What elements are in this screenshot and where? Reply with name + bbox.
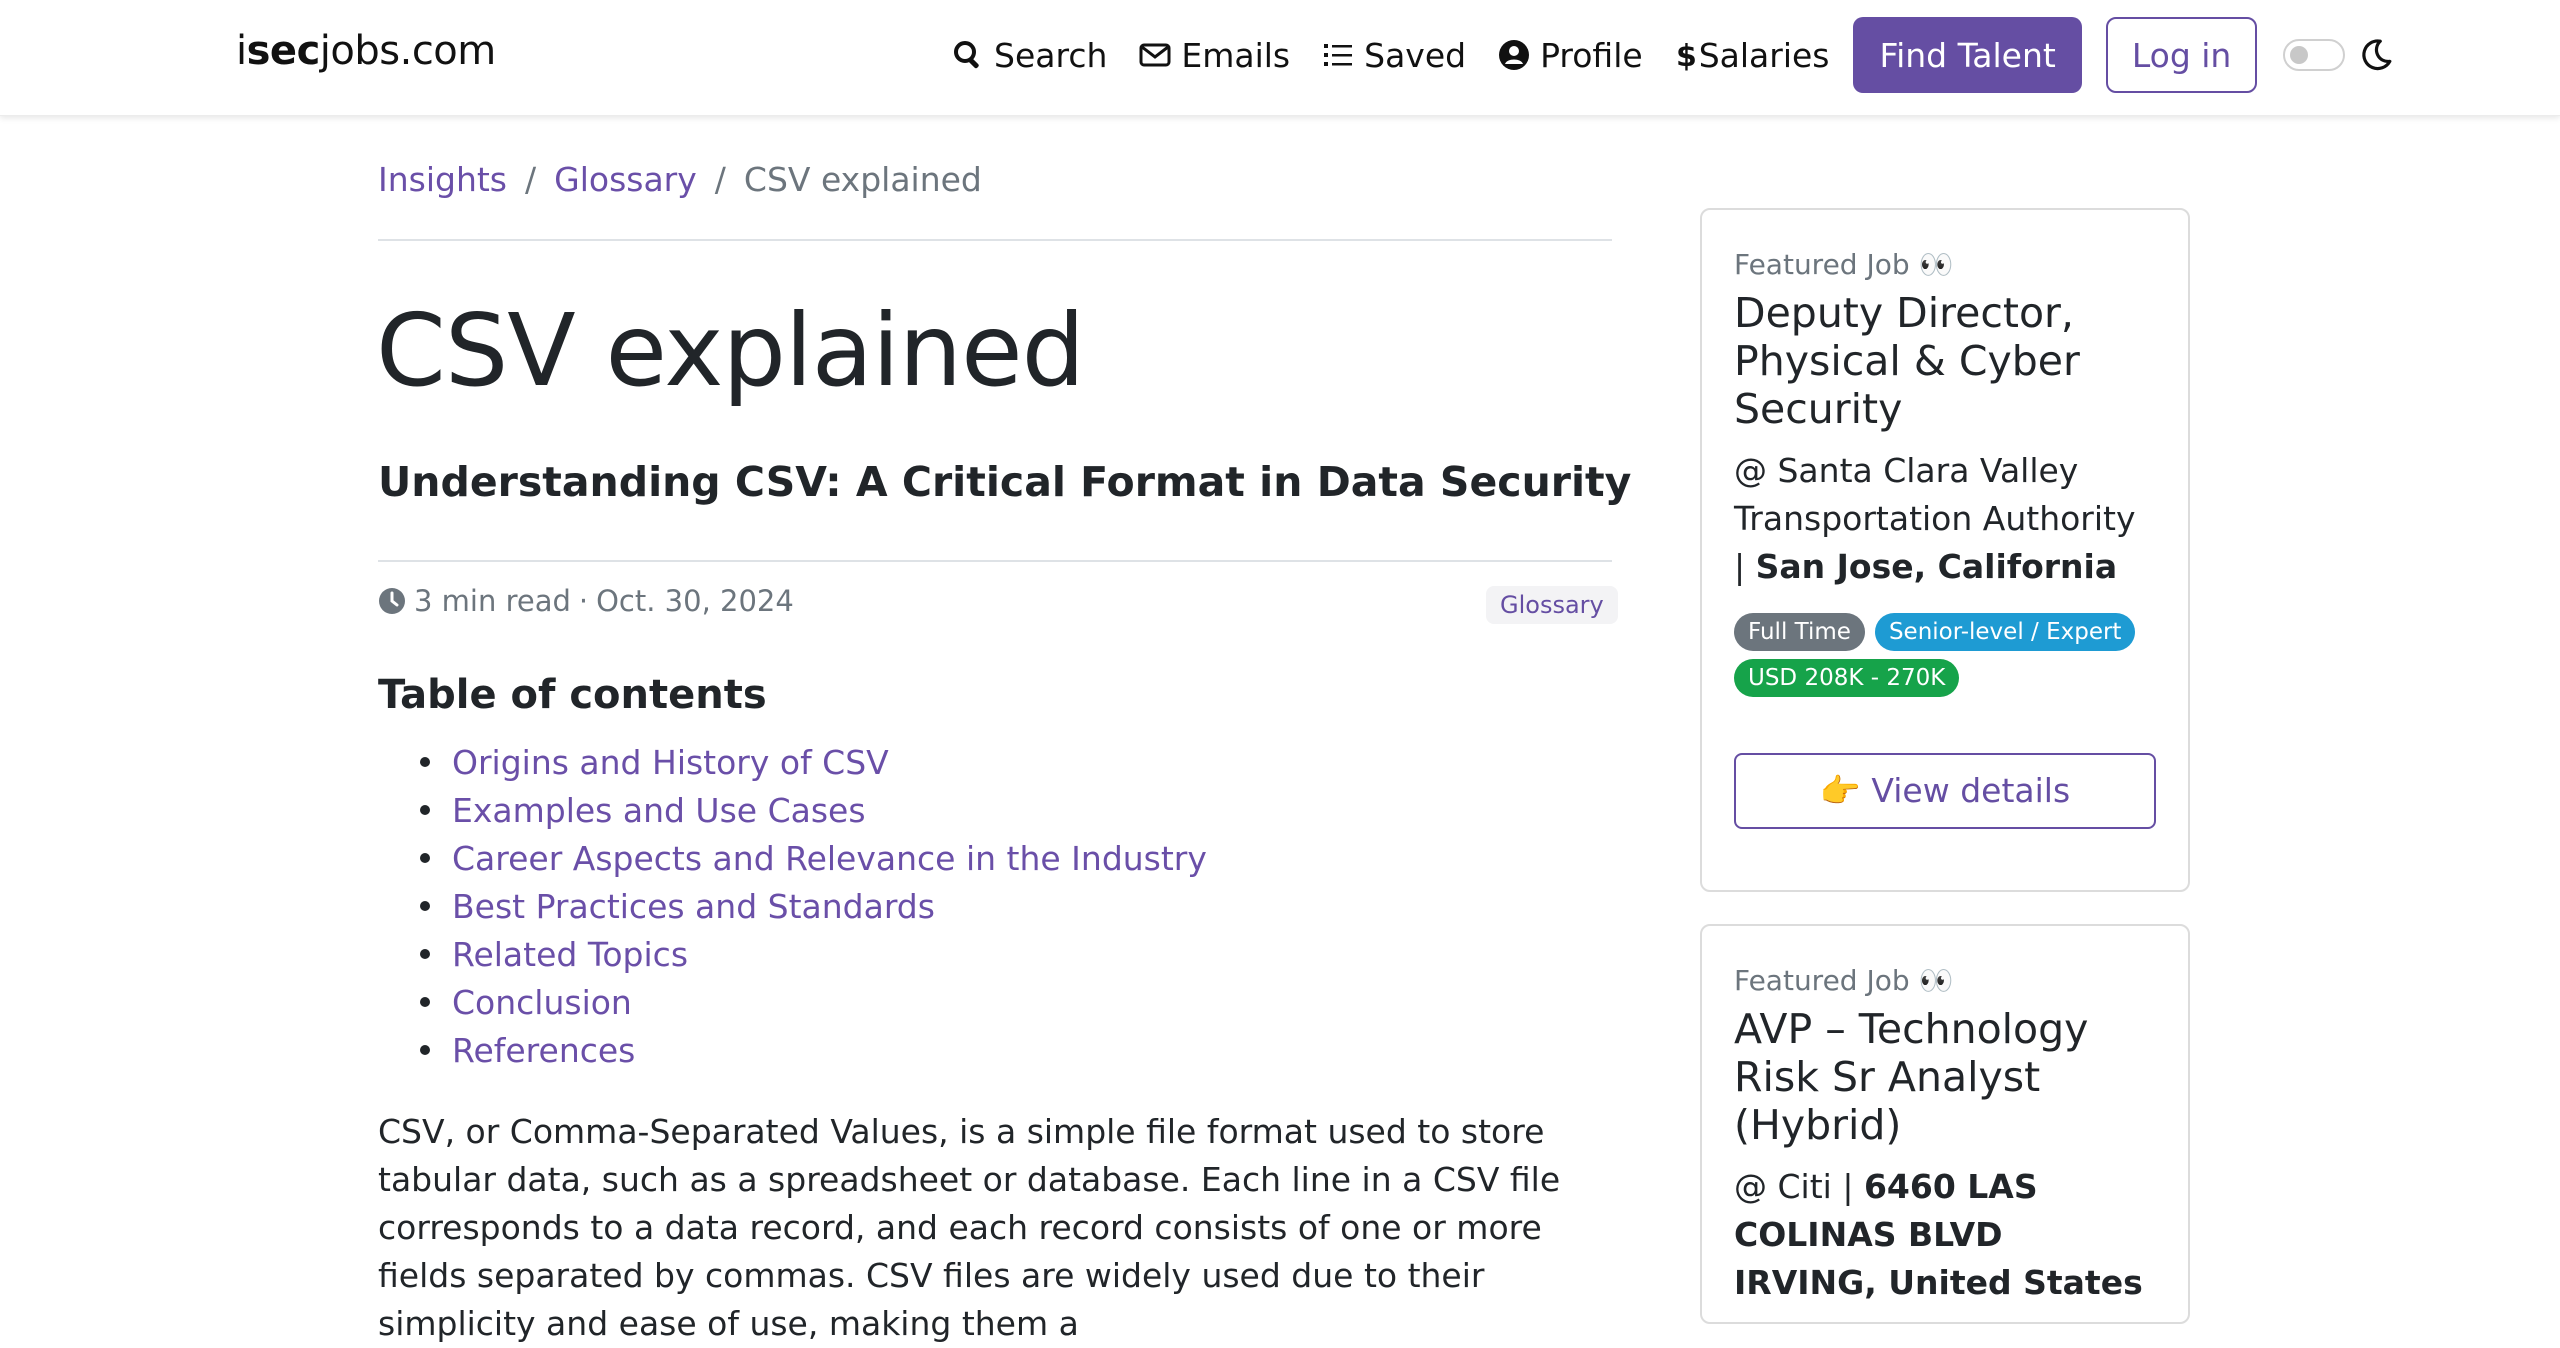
toc-item: Conclusion [378,978,1207,1026]
breadcrumb-separator: / [525,160,537,199]
divider [378,560,1612,562]
meta-dot: · [578,584,589,618]
toc-link-related[interactable]: Related Topics [452,935,688,974]
toc-item: References [378,1026,1207,1074]
featured-job-label: Featured Job 👀 [1734,964,1954,997]
toc-link-career[interactable]: Career Aspects and Relevance in the Indu… [452,839,1207,878]
toc-item: Related Topics [378,930,1207,978]
divider [378,239,1612,241]
toc-item: Best Practices and Standards [378,882,1207,930]
login-button[interactable]: Log in [2105,17,2258,93]
read-time: 3 min read [414,584,571,618]
featured-job-card: Featured Job 👀 AVP – Technology Risk Sr … [1700,924,2190,1324]
site-logo[interactable]: isecjobs.com [236,28,496,74]
article-meta: 3 min read · Oct. 30, 2024 [378,584,794,618]
envelope-icon [1139,43,1171,67]
breadcrumb-insights[interactable]: Insights [378,160,507,199]
nav-profile[interactable]: Profile [1498,36,1643,75]
featured-job-label: Featured Job 👀 [1734,248,1954,281]
job-title-link[interactable]: Deputy Director, Physical & Cyber Securi… [1734,289,2156,433]
job-company: @ Santa Clara Valley Transportation Auth… [1734,451,2136,586]
moon-icon[interactable] [2359,38,2393,72]
toc-item: Origins and History of CSV [378,738,1207,786]
badge-employment-type: Full Time [1734,613,1865,651]
search-icon [954,41,979,69]
top-navbar: isecjobs.com Search Emails Saved Profile… [0,0,2560,116]
table-of-contents: Origins and History of CSV Examples and … [378,738,1207,1074]
find-talent-button[interactable]: Find Talent [1853,17,2082,93]
toc-item: Examples and Use Cases [378,786,1207,834]
nav-search[interactable]: Search [952,36,1107,75]
job-badges: Full Time Senior-level / Expert USD 208K… [1734,613,2154,697]
clock-icon [379,588,405,614]
toc-title: Table of contents [378,672,767,718]
toc-link-best-practices[interactable]: Best Practices and Standards [452,887,935,926]
nav-emails[interactable]: Emails [1139,36,1290,75]
category-tag[interactable]: Glossary [1486,586,1618,624]
dollar-icon: $ [1676,39,1695,71]
publish-date: Oct. 30, 2024 [596,584,794,618]
nav-salaries[interactable]: $ Salaries [1675,36,1830,75]
svg-text:$: $ [1676,39,1695,71]
toc-link-conclusion[interactable]: Conclusion [452,983,632,1022]
toc-link-references[interactable]: References [452,1031,635,1070]
breadcrumb-glossary[interactable]: Glossary [554,160,697,199]
page-subtitle: Understanding CSV: A Critical Format in … [378,458,1632,506]
user-circle-icon [1499,40,1530,70]
badge-seniority: Senior-level / Expert [1874,613,2136,651]
main-nav: Search Emails Saved Profile $ Salaries F… [952,17,2393,93]
view-details-button[interactable]: 👉 View details [1734,753,2156,829]
nav-saved[interactable]: Saved [1322,36,1466,75]
article-intro-paragraph: CSV, or Comma-Separated Values, is a sim… [378,1112,1561,1343]
breadcrumb: Insights / Glossary / CSV explained [378,160,982,199]
toc-link-examples[interactable]: Examples and Use Cases [452,791,866,830]
job-location: San Jose, California [1755,547,2118,586]
toc-link-origins[interactable]: Origins and History of CSV [452,743,889,782]
page-title: CSV explained [376,292,1085,409]
badge-salary: USD 208K - 270K [1734,659,1960,697]
job-title-link[interactable]: AVP – Technology Risk Sr Analyst (Hybrid… [1734,1005,2156,1149]
list-icon [1324,44,1353,66]
job-company: @ Citi | 6460 LAS COLINAS BLVD IRVING, U… [1734,1167,2143,1302]
breadcrumb-separator: / [714,160,726,199]
theme-toggle[interactable] [2283,39,2346,71]
toc-item: Career Aspects and Relevance in the Indu… [378,834,1207,882]
breadcrumb-current: CSV explained [743,160,982,199]
featured-job-card: Featured Job 👀 Deputy Director, Physical… [1700,208,2190,892]
